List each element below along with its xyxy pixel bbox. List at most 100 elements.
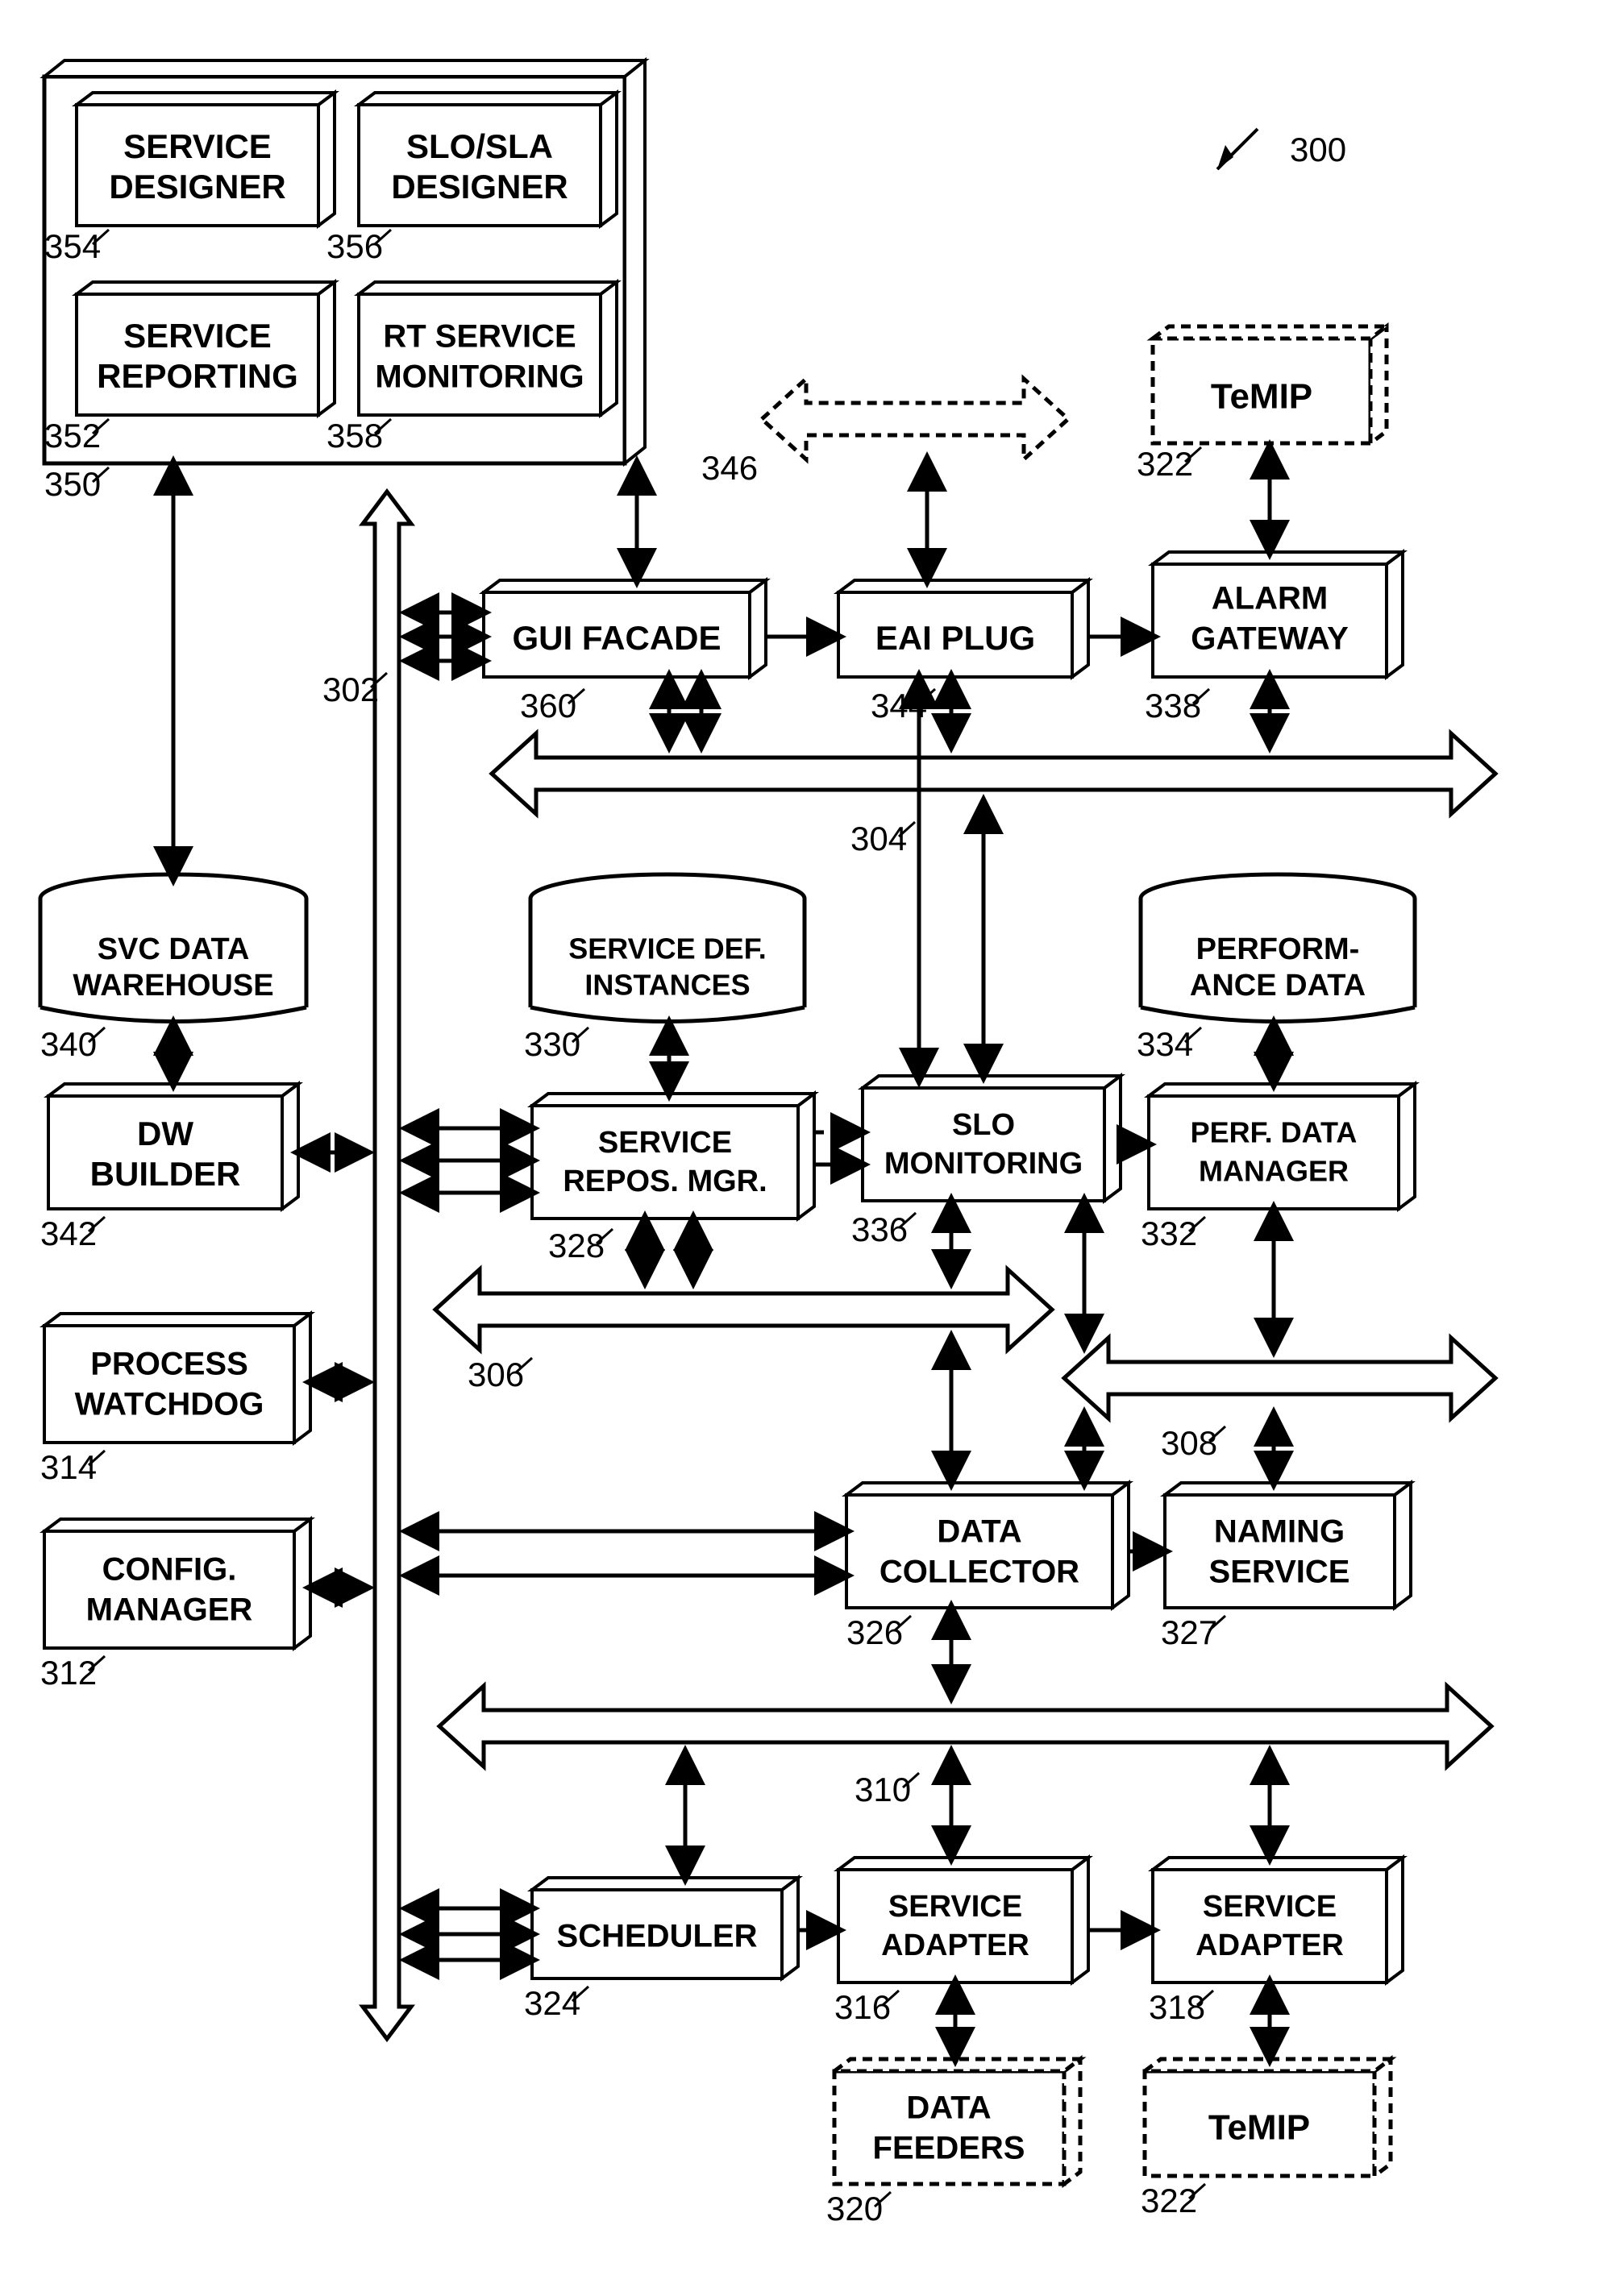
svg-text:RT SERVICE: RT SERVICE <box>383 319 576 355</box>
ref-306: 306 <box>468 1356 524 1393</box>
svc-data-warehouse-cylinder: SVC DATA WAREHOUSE <box>40 874 306 1022</box>
svg-text:MONITORING: MONITORING <box>884 1147 1083 1181</box>
ref-354: 354 <box>44 227 101 265</box>
ref-350: 350 <box>44 465 101 503</box>
svg-text:DATA: DATA <box>906 2090 991 2126</box>
ref-310: 310 <box>855 1771 911 1808</box>
ref-308: 308 <box>1161 1424 1217 1462</box>
bus-346-dashed <box>762 379 1068 459</box>
ref-334: 334 <box>1137 1025 1193 1063</box>
ref-352: 352 <box>44 417 101 455</box>
svg-text:SERVICE: SERVICE <box>598 1126 732 1160</box>
svg-text:PERFORM-: PERFORM- <box>1196 932 1360 966</box>
ref-330: 330 <box>524 1025 580 1063</box>
naming-service-box: NAMING SERVICE <box>1165 1483 1411 1608</box>
svg-text:GUI FACADE: GUI FACADE <box>512 619 721 657</box>
ref-336: 336 <box>851 1210 908 1248</box>
ref-326: 326 <box>846 1613 903 1651</box>
data-collector-box: DATA COLLECTOR <box>846 1483 1129 1608</box>
svg-text:SERVICE: SERVICE <box>1203 1890 1337 1924</box>
temip-top-box: TeMIP <box>1153 326 1387 443</box>
ref-304: 304 <box>850 820 907 857</box>
ref-322-bottom: 322 <box>1141 2182 1197 2219</box>
ref-318: 318 <box>1149 1988 1205 2026</box>
bus-310 <box>439 1686 1491 1767</box>
svg-text:COLLECTOR: COLLECTOR <box>880 1555 1079 1590</box>
svg-text:TeMIP: TeMIP <box>1211 377 1312 417</box>
ref-360: 360 <box>520 687 576 725</box>
svg-text:MONITORING: MONITORING <box>375 359 584 395</box>
service-designer-box: SERVICE DESIGNER <box>77 93 335 226</box>
ref-332: 332 <box>1141 1214 1197 1252</box>
svg-text:MANAGER: MANAGER <box>86 1592 253 1628</box>
svg-text:SLO: SLO <box>952 1108 1015 1142</box>
config-manager-box: CONFIG. MANAGER <box>44 1519 310 1648</box>
svg-text:TeMIP: TeMIP <box>1208 2108 1310 2148</box>
eai-plug-box: EAI PLUG <box>838 580 1088 677</box>
ref-312: 312 <box>40 1654 97 1692</box>
ref-327: 327 <box>1161 1613 1217 1651</box>
svg-text:SERVICE: SERVICE <box>123 317 272 355</box>
ref-302: 302 <box>322 671 379 708</box>
svg-text:BUILDER: BUILDER <box>90 1155 241 1193</box>
ref-340: 340 <box>40 1025 97 1063</box>
slo-monitoring-box: SLO MONITORING <box>863 1076 1121 1201</box>
service-def-instances-cylinder: SERVICE DEF. INSTANCES <box>530 874 805 1022</box>
svg-text:SERVICE: SERVICE <box>123 127 272 165</box>
svg-text:NAMING: NAMING <box>1214 1514 1345 1550</box>
gui-facade-box: GUI FACADE <box>484 580 766 677</box>
svg-text:EAI PLUG: EAI PLUG <box>875 619 1035 657</box>
svg-text:SERVICE: SERVICE <box>888 1890 1022 1924</box>
svg-text:MANAGER: MANAGER <box>1199 1155 1349 1188</box>
svg-text:ALARM: ALARM <box>1212 581 1328 617</box>
ref-346: 346 <box>701 449 758 487</box>
ref-356: 356 <box>326 227 383 265</box>
temip-bottom-box: TeMIP <box>1145 2059 1391 2176</box>
ref-324: 324 <box>524 1984 580 2022</box>
svg-text:CONFIG.: CONFIG. <box>102 1552 237 1588</box>
data-feeders-box: DATA FEEDERS <box>834 2059 1080 2184</box>
svg-text:GATEWAY: GATEWAY <box>1191 621 1349 657</box>
svg-text:INSTANCES: INSTANCES <box>584 969 750 1002</box>
ref-316: 316 <box>834 1988 891 2026</box>
rt-service-monitoring-box: RT SERVICE MONITORING <box>359 282 617 415</box>
svg-text:REPOS. MGR.: REPOS. MGR. <box>563 1165 767 1198</box>
svg-text:300: 300 <box>1290 131 1346 168</box>
svg-text:DW: DW <box>137 1115 193 1152</box>
ref-358: 358 <box>326 417 383 455</box>
svg-text:SLO/SLA: SLO/SLA <box>406 127 553 165</box>
alarm-gateway-box: ALARM GATEWAY <box>1153 552 1403 677</box>
ref-342: 342 <box>40 1214 97 1252</box>
architecture-diagram: 300 350 SERVICE DESIGNER 354 SLO/SLA DES… <box>0 0 1601 2296</box>
service-reporting-box: SERVICE REPORTING <box>77 282 335 415</box>
slo-sla-designer-box: SLO/SLA DESIGNER <box>359 93 617 226</box>
bus-306 <box>435 1269 1052 1350</box>
svg-text:SVC DATA: SVC DATA <box>98 932 250 966</box>
svg-text:DATA: DATA <box>937 1514 1021 1550</box>
service-adapter-2-box: SERVICE ADAPTER <box>1153 1858 1403 1983</box>
bus-304 <box>492 733 1495 814</box>
svg-text:ADAPTER: ADAPTER <box>1196 1929 1344 1962</box>
svg-text:REPORTING: REPORTING <box>97 357 298 395</box>
svg-text:ADAPTER: ADAPTER <box>881 1929 1029 1962</box>
ref-300: 300 <box>1217 129 1346 169</box>
performance-data-cylinder: PERFORM- ANCE DATA <box>1141 874 1415 1022</box>
bus-308 <box>1064 1338 1495 1418</box>
ref-328: 328 <box>548 1227 605 1264</box>
bus-302 <box>363 492 411 2039</box>
svg-text:DESIGNER: DESIGNER <box>391 168 568 206</box>
process-watchdog-box: PROCESS WATCHDOG <box>44 1314 310 1443</box>
svg-text:PROCESS: PROCESS <box>90 1347 248 1382</box>
svg-text:PERF. DATA: PERF. DATA <box>1191 1116 1358 1149</box>
svg-text:SERVICE: SERVICE <box>1209 1555 1350 1590</box>
dw-builder-box: DW BUILDER <box>48 1084 298 1209</box>
svg-text:SCHEDULER: SCHEDULER <box>557 1919 758 1954</box>
ref-314: 314 <box>40 1448 97 1486</box>
scheduler-box: SCHEDULER <box>532 1878 798 1978</box>
svg-text:FEEDERS: FEEDERS <box>873 2131 1025 2166</box>
perf-data-manager-box: PERF. DATA MANAGER <box>1149 1084 1415 1209</box>
ref-322-top: 322 <box>1137 445 1193 483</box>
svg-text:ANCE DATA: ANCE DATA <box>1190 969 1366 1003</box>
ref-338: 338 <box>1145 687 1201 725</box>
service-adapter-1-box: SERVICE ADAPTER <box>838 1858 1088 1983</box>
